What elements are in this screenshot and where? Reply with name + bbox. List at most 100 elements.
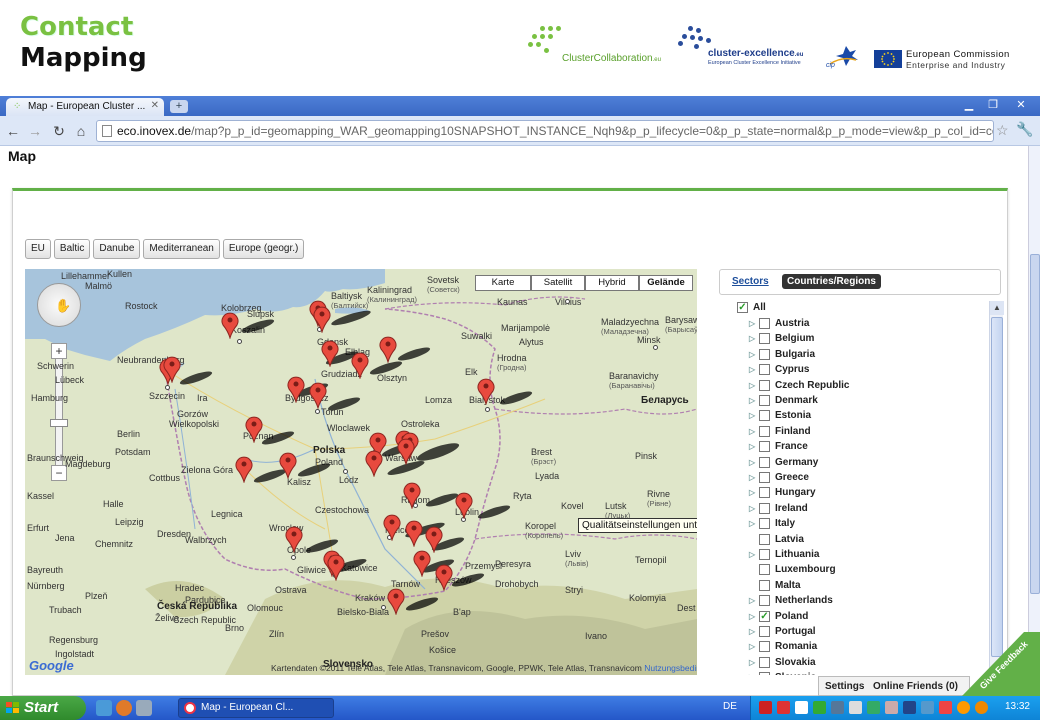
- window-close-icon[interactable]: ✕: [1010, 98, 1032, 113]
- back-icon[interactable]: ←: [4, 122, 22, 140]
- cluster-marker-icon[interactable]: [279, 451, 297, 479]
- country-checkbox[interactable]: [759, 518, 770, 530]
- country-checkbox[interactable]: [759, 456, 770, 468]
- expand-arrow-icon[interactable]: ▷: [749, 594, 755, 608]
- cluster-marker-icon[interactable]: [455, 491, 473, 519]
- cluster-marker-icon[interactable]: [309, 381, 327, 409]
- country-list-scrollbar[interactable]: ▲: [989, 301, 1004, 675]
- map-type-gelande[interactable]: Gelände: [639, 275, 693, 291]
- map-type-satellit[interactable]: Satellit: [531, 275, 585, 291]
- country-checkbox[interactable]: [759, 379, 770, 391]
- cluster-marker-icon[interactable]: [477, 377, 495, 405]
- expand-arrow-icon[interactable]: ▷: [749, 671, 755, 675]
- country-checkbox[interactable]: [759, 656, 770, 668]
- give-feedback-button[interactable]: Give Feedback: [962, 632, 1040, 696]
- browser-tab[interactable]: ⁘ Map - European Cluster ... ✕: [6, 98, 164, 116]
- expand-arrow-icon[interactable]: ▷: [749, 610, 755, 624]
- language-indicator[interactable]: DE: [723, 701, 737, 712]
- country-checkbox[interactable]: [759, 318, 770, 329]
- cluster-marker-icon[interactable]: [327, 553, 345, 581]
- minimize-icon[interactable]: ▁: [958, 98, 980, 113]
- expand-arrow-icon[interactable]: ▷: [749, 502, 755, 516]
- tray-icon[interactable]: [939, 701, 952, 714]
- address-bar[interactable]: eco.inovex.de/map?p_p_id=geomapping_WAR_…: [96, 120, 994, 142]
- home-icon[interactable]: ⌂: [72, 122, 90, 140]
- tray-icon[interactable]: [921, 701, 934, 714]
- cluster-marker-icon[interactable]: [403, 481, 421, 509]
- country-checkbox[interactable]: ✓: [759, 610, 770, 622]
- country-checkbox[interactable]: [759, 472, 770, 483]
- tab-countries-regions[interactable]: Countries/Regions: [782, 274, 881, 289]
- start-button[interactable]: Start: [0, 696, 86, 720]
- online-friends-button[interactable]: Online Friends (0): [873, 681, 958, 692]
- cluster-marker-icon[interactable]: [245, 415, 263, 443]
- tray-icon[interactable]: [903, 701, 916, 714]
- cluster-marker-icon[interactable]: [379, 335, 397, 363]
- terms-link[interactable]: Nutzungsbedingungen: [644, 663, 697, 673]
- tray-icon[interactable]: [975, 701, 988, 714]
- tray-icon[interactable]: [849, 701, 862, 714]
- taskbar-item-map[interactable]: Map - European Cl...: [178, 698, 334, 718]
- map-view[interactable]: Karte Satellit Hybrid Gelände ✋ + − Lill…: [25, 269, 697, 675]
- cluster-marker-icon[interactable]: [235, 455, 253, 483]
- cluster-marker-icon[interactable]: [397, 437, 415, 465]
- reload-icon[interactable]: ↻: [50, 122, 68, 140]
- tab-close-icon[interactable]: ✕: [151, 100, 159, 111]
- expand-arrow-icon[interactable]: ▷: [749, 317, 755, 331]
- region-button-mediterranean[interactable]: Mediterranean: [143, 239, 220, 259]
- country-checkbox[interactable]: [759, 595, 770, 607]
- expand-arrow-icon[interactable]: ▷: [749, 656, 755, 670]
- cluster-marker-icon[interactable]: [163, 355, 181, 383]
- page-scrollbar[interactable]: [1028, 146, 1040, 696]
- expand-arrow-icon[interactable]: ▷: [749, 625, 755, 639]
- tray-icon[interactable]: [957, 701, 970, 714]
- expand-arrow-icon[interactable]: ▷: [749, 471, 755, 485]
- tray-icon[interactable]: [795, 701, 808, 714]
- cluster-marker-icon[interactable]: [287, 375, 305, 403]
- firefox-quicklaunch-icon[interactable]: [116, 700, 132, 716]
- zoom-slider-handle[interactable]: [50, 419, 68, 427]
- settings-button[interactable]: Settings: [825, 681, 864, 692]
- restore-icon[interactable]: ❐: [982, 98, 1004, 113]
- expand-arrow-icon[interactable]: ▷: [749, 548, 755, 562]
- checkbox-all[interactable]: ✓: [737, 302, 748, 313]
- expand-arrow-icon[interactable]: ▷: [749, 379, 755, 393]
- expand-arrow-icon[interactable]: ▷: [749, 517, 755, 531]
- bookmark-star-icon[interactable]: ☆: [996, 122, 1009, 139]
- scroll-up-icon[interactable]: ▲: [990, 301, 1004, 315]
- country-checkbox[interactable]: [759, 441, 770, 453]
- cluster-marker-icon[interactable]: [405, 519, 423, 547]
- expand-arrow-icon[interactable]: ▷: [749, 486, 755, 500]
- country-checkbox[interactable]: [759, 395, 770, 406]
- cluster-marker-icon[interactable]: [321, 339, 339, 367]
- zoom-in-button[interactable]: +: [51, 343, 67, 359]
- wrench-icon[interactable]: 🔧: [1016, 121, 1033, 138]
- cluster-marker-icon[interactable]: [387, 587, 405, 615]
- region-button-europe[interactable]: Europe (geogr.): [222, 239, 305, 259]
- ati-tray-icon[interactable]: [777, 701, 790, 714]
- expand-arrow-icon[interactable]: ▷: [749, 640, 755, 654]
- map-pan-control[interactable]: ✋: [37, 283, 81, 327]
- region-button-baltic[interactable]: Baltic: [53, 239, 91, 259]
- country-checkbox[interactable]: [759, 364, 770, 376]
- expand-arrow-icon[interactable]: ▷: [749, 425, 755, 439]
- expand-arrow-icon[interactable]: ▷: [749, 394, 755, 408]
- country-checkbox[interactable]: [759, 487, 770, 499]
- expand-arrow-icon[interactable]: ▷: [749, 348, 755, 362]
- cluster-marker-icon[interactable]: [435, 563, 453, 591]
- expand-arrow-icon[interactable]: ▷: [749, 332, 755, 346]
- cluster-marker-icon[interactable]: [285, 525, 303, 553]
- country-checkbox[interactable]: [759, 410, 770, 422]
- country-checkbox[interactable]: [759, 333, 770, 345]
- country-checkbox[interactable]: [759, 533, 770, 545]
- country-checkbox[interactable]: [759, 502, 770, 514]
- cluster-marker-icon[interactable]: [313, 305, 331, 333]
- ie-quicklaunch-icon[interactable]: [96, 700, 112, 716]
- expand-arrow-icon[interactable]: ▷: [749, 440, 755, 454]
- page-scrollbar-thumb[interactable]: [1030, 254, 1040, 594]
- region-button-danube[interactable]: Danube: [93, 239, 141, 259]
- cluster-marker-icon[interactable]: [383, 513, 401, 541]
- country-checkbox[interactable]: [759, 549, 770, 560]
- expand-arrow-icon[interactable]: ▷: [749, 409, 755, 423]
- tray-icon[interactable]: [759, 701, 772, 714]
